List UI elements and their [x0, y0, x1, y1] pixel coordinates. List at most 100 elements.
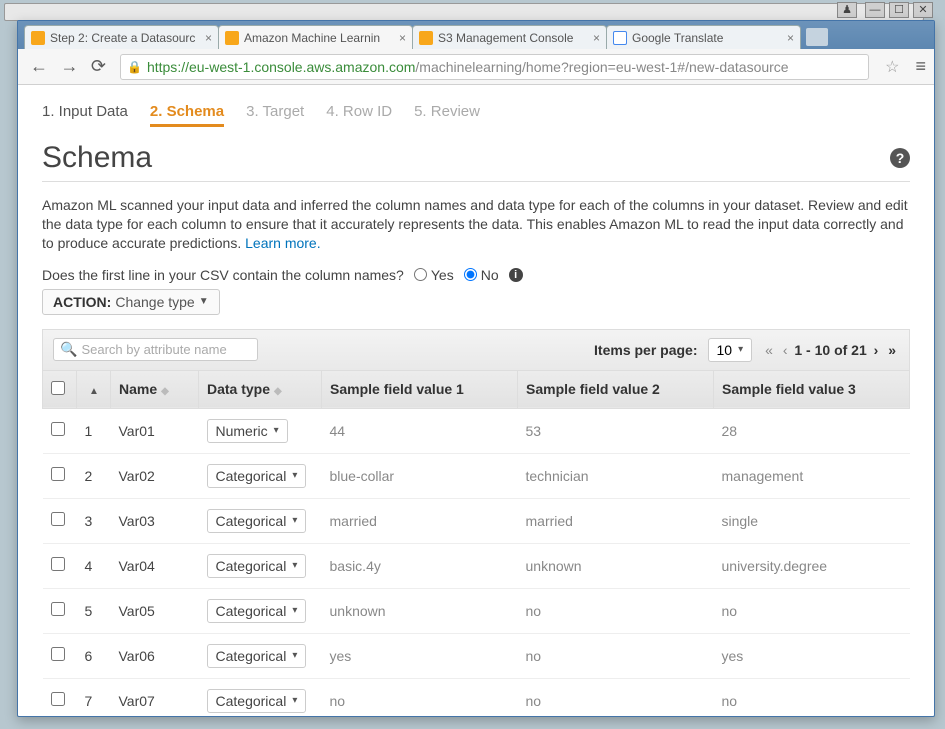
items-per-page-value: 10 [717, 342, 733, 358]
row-sample2: 53 [518, 408, 714, 453]
row-sample1: married [322, 498, 518, 543]
action-change-type-button[interactable]: ACTION: Change type ▼ [42, 289, 220, 315]
datatype-select[interactable]: Categorical ▾ [207, 644, 307, 668]
caret-down-icon: ▼ [199, 296, 209, 307]
caret-down-icon: ▾ [292, 650, 297, 661]
row-checkbox[interactable] [51, 467, 65, 481]
datatype-select[interactable]: Categorical ▾ [207, 689, 307, 713]
col-sample2: Sample field value 2 [518, 370, 714, 408]
tab-close-icon[interactable]: × [205, 31, 212, 45]
datatype-select[interactable]: Categorical ▾ [207, 509, 307, 533]
page-last-icon[interactable]: » [885, 342, 899, 358]
row-sample2: no [518, 633, 714, 678]
tab-close-icon[interactable]: × [787, 31, 794, 45]
tab-close-icon[interactable]: × [399, 31, 406, 45]
csv-question-text: Does the first line in your CSV contain … [42, 267, 404, 283]
row-checkbox-cell [43, 543, 77, 588]
row-index: 5 [77, 588, 111, 633]
row-datatype-cell: Categorical ▾ [199, 633, 322, 678]
wizard-step[interactable]: 3. Target [246, 103, 304, 127]
datatype-select[interactable]: Categorical ▾ [207, 554, 307, 578]
page-range: 1 - 10 of 21 [794, 342, 866, 358]
help-icon[interactable]: ? [890, 148, 910, 168]
radio-yes[interactable]: Yes [414, 267, 454, 283]
row-checkbox[interactable] [51, 692, 65, 706]
select-all-checkbox[interactable] [51, 381, 65, 395]
table-row: 1Var01Numeric ▾445328 [43, 408, 910, 453]
row-sample3: no [714, 588, 910, 633]
user-icon[interactable]: ♟ [837, 2, 857, 18]
page-first-icon[interactable]: « [762, 342, 776, 358]
favicon [419, 31, 433, 45]
items-per-page-select[interactable]: 10 ▾ [708, 338, 753, 362]
maximize-button[interactable]: ☐ [889, 2, 909, 18]
back-button[interactable]: ← [30, 56, 48, 76]
page-description: Amazon ML scanned your input data and in… [42, 196, 910, 253]
row-checkbox[interactable] [51, 647, 65, 661]
col-index[interactable]: ▲ [77, 370, 111, 408]
address-bar[interactable]: 🔒 https://eu-west-1.console.aws.amazon.c… [120, 54, 869, 80]
learn-more-link[interactable]: Learn more. [245, 235, 320, 251]
divider [42, 181, 910, 182]
menu-button[interactable]: ≡ [915, 56, 926, 77]
row-checkbox[interactable] [51, 557, 65, 571]
row-sample3: 28 [714, 408, 910, 453]
tab-close-icon[interactable]: × [593, 31, 600, 45]
radio-yes-label: Yes [431, 267, 454, 283]
browser-tab[interactable]: Google Translate× [606, 25, 801, 49]
info-icon[interactable]: i [509, 268, 523, 282]
wizard-steps: 1. Input Data 2. Schema 3. Target 4. Row ID… [42, 95, 910, 133]
search-input[interactable] [81, 342, 251, 357]
caret-down-icon: ▾ [292, 470, 297, 481]
row-index: 3 [77, 498, 111, 543]
caret-down-icon: ▾ [274, 425, 279, 436]
bookmark-star-icon[interactable]: ☆ [885, 57, 899, 77]
tab-title: S3 Management Console [438, 31, 588, 45]
col-datatype[interactable]: Data type◆ [199, 370, 322, 408]
page-next-icon[interactable]: › [871, 342, 882, 358]
description-text: Amazon ML scanned your input data and in… [42, 197, 908, 251]
row-checkbox[interactable] [51, 512, 65, 526]
datatype-select[interactable]: Numeric ▾ [207, 419, 288, 443]
nav-controls: ← → ⟳ [26, 56, 110, 77]
row-sample2: unknown [518, 543, 714, 588]
browser-tab[interactable]: S3 Management Console × [412, 25, 607, 49]
row-sample1: blue-collar [322, 453, 518, 498]
datatype-select[interactable]: Categorical ▾ [207, 599, 307, 623]
new-tab-button[interactable] [806, 28, 828, 46]
browser-tab[interactable]: Amazon Machine Learnin× [218, 25, 413, 49]
row-name: Var01 [111, 408, 199, 453]
radio-no-input[interactable] [464, 268, 477, 281]
page-content-scroll[interactable]: 1. Input Data 2. Schema 3. Target 4. Row ID… [18, 85, 934, 716]
row-checkbox[interactable] [51, 422, 65, 436]
row-sample3: single [714, 498, 910, 543]
col-name[interactable]: Name◆ [111, 370, 199, 408]
close-window-button[interactable]: ✕ [913, 2, 933, 18]
minimize-button[interactable]: — [865, 2, 885, 18]
items-per-page-label: Items per page: [594, 342, 697, 358]
url-path: /machinelearning/home?region=eu-west-1#/… [415, 59, 788, 75]
forward-button[interactable]: → [60, 56, 78, 76]
reload-button[interactable]: ⟳ [91, 56, 106, 76]
row-sample3: management [714, 453, 910, 498]
search-box[interactable]: 🔍 [53, 338, 258, 361]
browser-tab[interactable]: Step 2: Create a Datasourc× [24, 25, 219, 49]
wizard-step[interactable]: 2. Schema [150, 103, 224, 127]
schema-table: ▲ Name◆ Data type◆ Sample field value 1 … [42, 370, 910, 716]
system-buttons: ♟ — ☐ ✕ [837, 2, 933, 18]
caret-down-icon: ▾ [292, 605, 297, 616]
radio-no[interactable]: No [464, 267, 499, 283]
page-prev-icon[interactable]: ‹ [780, 342, 791, 358]
row-name: Var02 [111, 453, 199, 498]
row-checkbox[interactable] [51, 602, 65, 616]
wizard-step[interactable]: 5. Review [414, 103, 480, 127]
wizard-step[interactable]: 1. Input Data [42, 103, 128, 127]
radio-yes-input[interactable] [414, 268, 427, 281]
row-sample2: no [518, 588, 714, 633]
col-checkbox [43, 370, 77, 408]
row-sample2: no [518, 678, 714, 716]
caret-down-icon: ▾ [292, 515, 297, 526]
row-sample1: basic.4y [322, 543, 518, 588]
datatype-select[interactable]: Categorical ▾ [207, 464, 307, 488]
wizard-step[interactable]: 4. Row ID [326, 103, 392, 127]
